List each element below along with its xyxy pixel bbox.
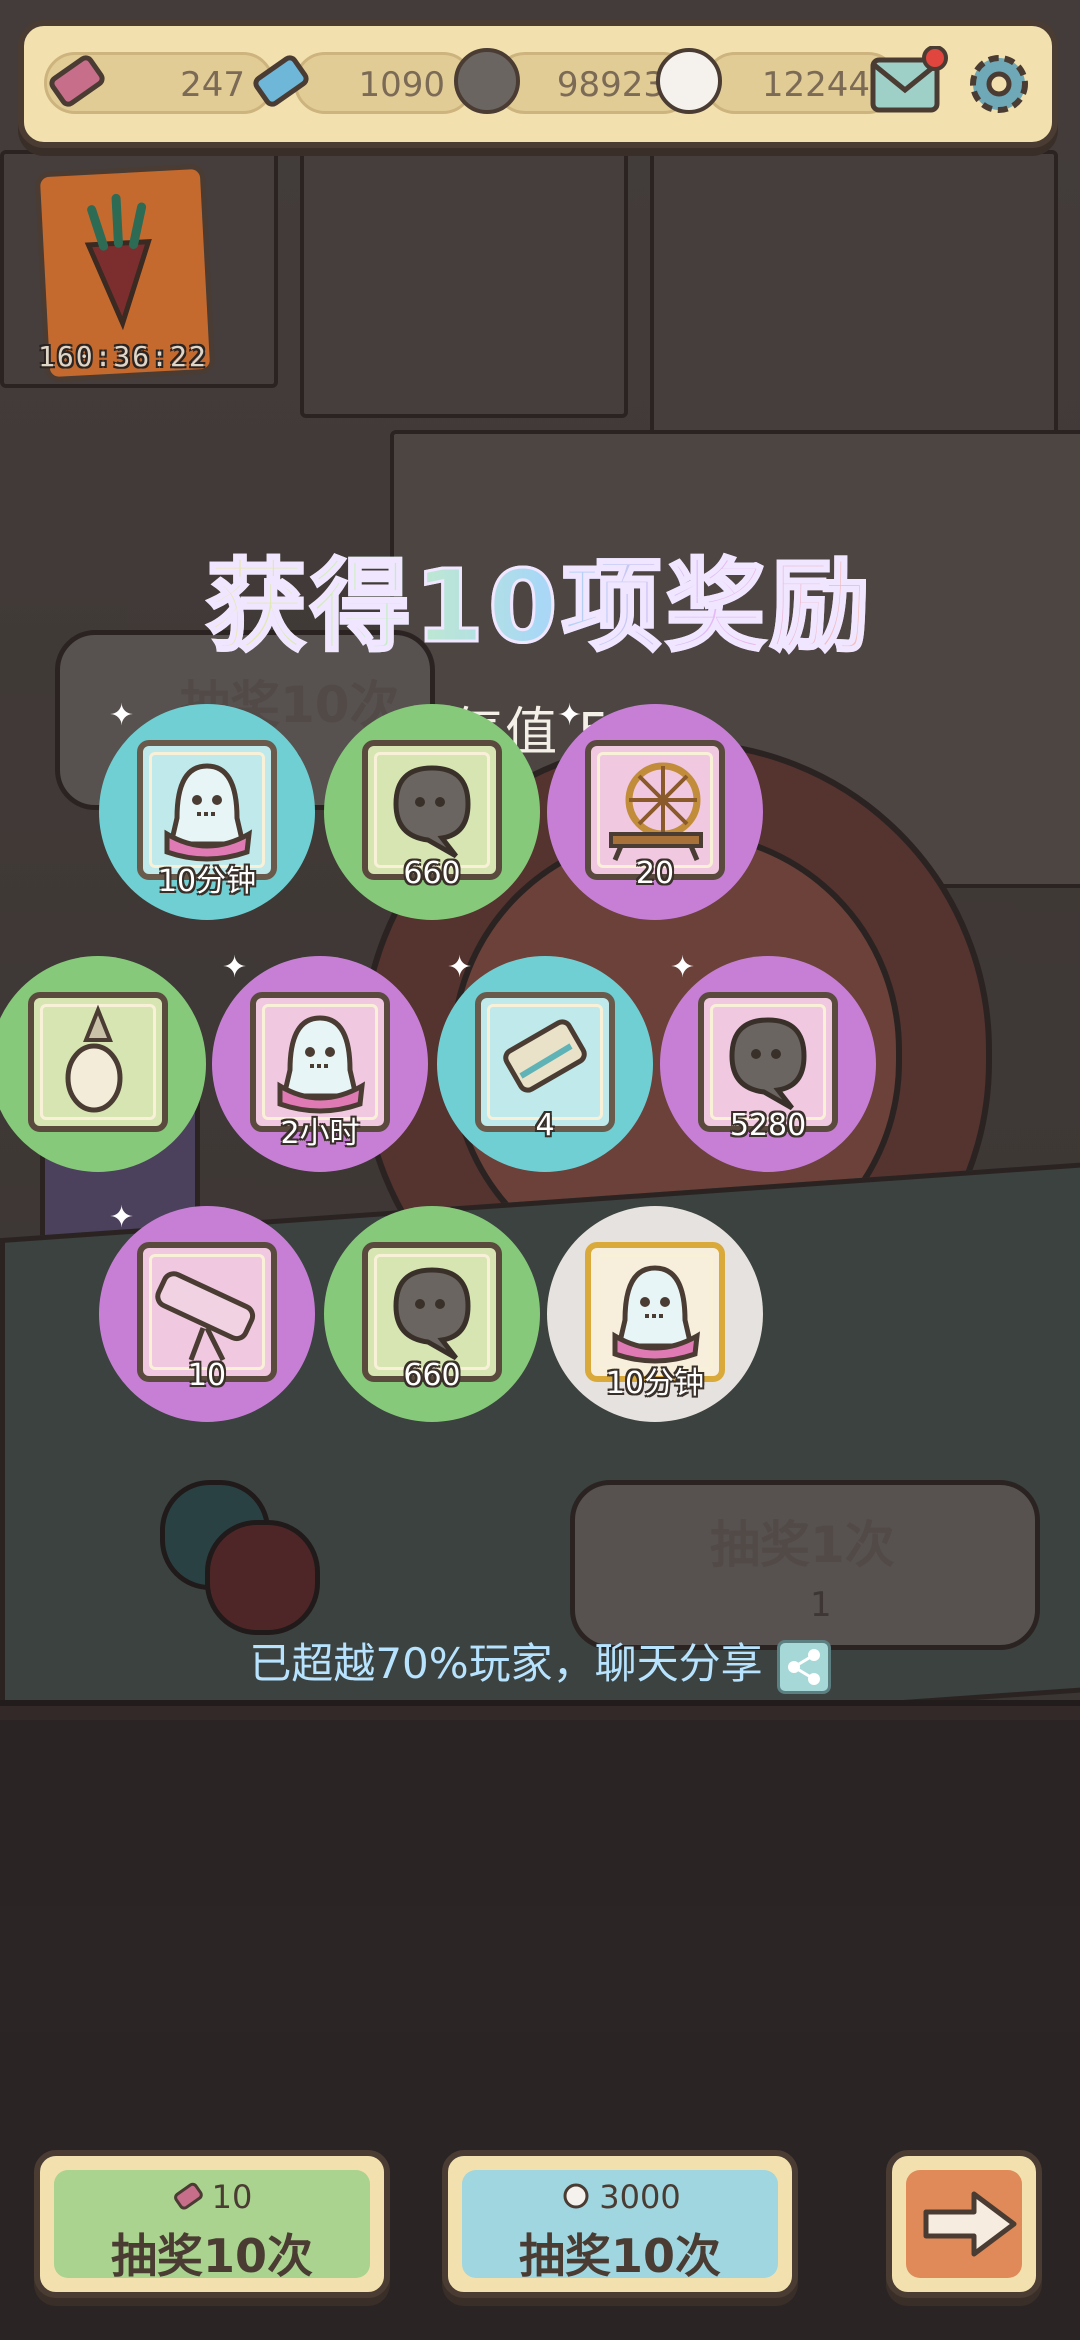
reward-quantity: 4	[535, 1108, 555, 1143]
pink-ticket-icon	[173, 2182, 203, 2210]
telescope-icon	[155, 1271, 256, 1362]
share-icon	[787, 1648, 820, 1685]
arrow-right-icon	[923, 2191, 1017, 2257]
sparkle-icon: ✦	[222, 950, 248, 985]
ghost-dress-icon	[612, 1265, 701, 1364]
event-timer: 160:36:22	[38, 340, 208, 373]
share-button[interactable]	[776, 1639, 831, 1694]
reward-quantity: 10	[187, 1358, 227, 1393]
reward-quantity: 660	[403, 1358, 461, 1393]
reward-item[interactable]: 4 ✦	[437, 950, 653, 1172]
spinning-wheel-icon	[609, 762, 703, 861]
reward-quantity: 10分钟	[157, 864, 257, 899]
dark-ghost-count: 98923	[556, 65, 665, 105]
reward-quantity: 10分钟	[605, 1366, 705, 1401]
reward-item[interactable]: 10分钟 ✦	[99, 698, 315, 920]
sparkle-icon: ✦	[557, 698, 583, 733]
reward-item[interactable]: 10 ✦	[99, 1200, 315, 1422]
blue-ticket-icon	[250, 50, 312, 112]
reward-item[interactable]: 660	[324, 704, 540, 920]
carrot-icon	[84, 193, 152, 331]
white-ghost-icon	[656, 48, 722, 114]
settings-button[interactable]	[959, 46, 1039, 122]
share-line: 已超越70%玩家，聊天分享	[0, 1630, 1080, 1694]
draw10-ticket-button[interactable]: 10 抽奖10次	[34, 2150, 390, 2298]
next-button[interactable]	[886, 2150, 1042, 2298]
reward-quantity: 5280	[729, 1108, 807, 1143]
dark-ghost-icon	[393, 765, 471, 859]
blue-ticket-count: 1090	[358, 65, 445, 105]
pink-ticket-count: 247	[180, 65, 245, 105]
sparkle-icon: ✦	[109, 1200, 135, 1235]
reward-quantity: 660	[403, 856, 461, 891]
reward-item[interactable]: 660	[324, 1206, 540, 1422]
result-title: 获得10项奖励	[0, 525, 1080, 670]
ghost-dress-icon	[164, 763, 253, 862]
dark-ghost-icon	[393, 1267, 471, 1361]
ghost-dress-icon	[277, 1015, 366, 1114]
blue-ticket-counter: 1090	[294, 52, 474, 114]
draw10-ghost-label: 抽奖10次	[518, 2229, 721, 2283]
share-text: 已超越70%玩家，聊天分享	[249, 1639, 763, 1688]
sparkle-icon: ✦	[670, 950, 696, 985]
reward-quantity: 20	[635, 856, 675, 891]
mail-icon	[870, 45, 948, 113]
draw10-ticket-cost: 10	[40, 2178, 384, 2216]
scroll-icon	[503, 1019, 587, 1093]
reward-item[interactable]: 2小时 ✦	[212, 950, 428, 1172]
dark-ghost-icon	[454, 48, 520, 114]
resource-bar: 247 1090 98923 12244	[18, 20, 1058, 148]
white-ghost-icon	[563, 2183, 589, 2209]
reward-item[interactable]	[0, 956, 206, 1172]
white-ghost-count: 12244	[761, 65, 870, 105]
reward-quantity: 2小时	[280, 1116, 360, 1151]
reward-item[interactable]: 10分钟	[547, 1206, 763, 1422]
sparkle-icon: ✦	[447, 950, 473, 985]
reward-item[interactable]: 5280 ✦	[660, 950, 876, 1172]
dark-ghost-icon	[729, 1017, 807, 1111]
draw10-ghost-cost: 3000	[448, 2178, 792, 2216]
pearl-pendant-icon	[65, 1004, 123, 1113]
draw10-ghost-button[interactable]: 3000 抽奖10次	[442, 2150, 798, 2298]
reward-item[interactable]: 20 ✦	[547, 698, 763, 920]
mail-button[interactable]	[869, 45, 949, 118]
pink-ticket-icon	[46, 50, 108, 112]
draw10-ticket-label: 抽奖10次	[110, 2229, 313, 2283]
sparkle-icon: ✦	[109, 698, 135, 733]
gear-icon	[970, 55, 1028, 113]
